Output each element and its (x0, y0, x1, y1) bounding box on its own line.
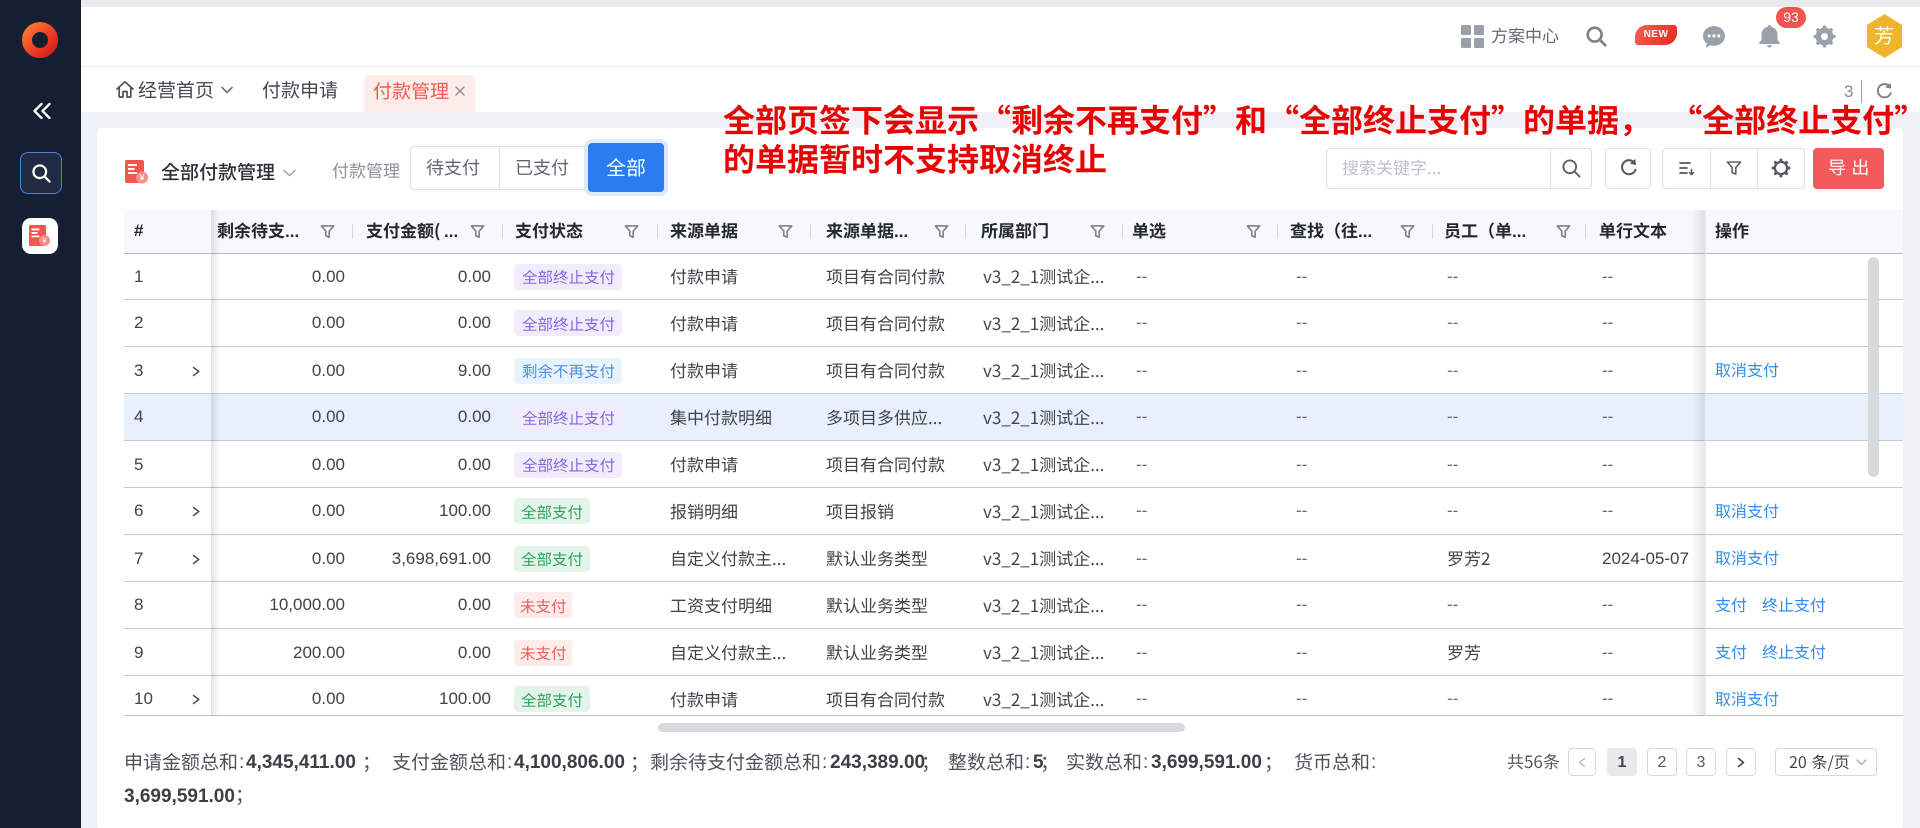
svg-text:¥: ¥ (138, 173, 145, 183)
svg-text:¥: ¥ (41, 236, 47, 245)
